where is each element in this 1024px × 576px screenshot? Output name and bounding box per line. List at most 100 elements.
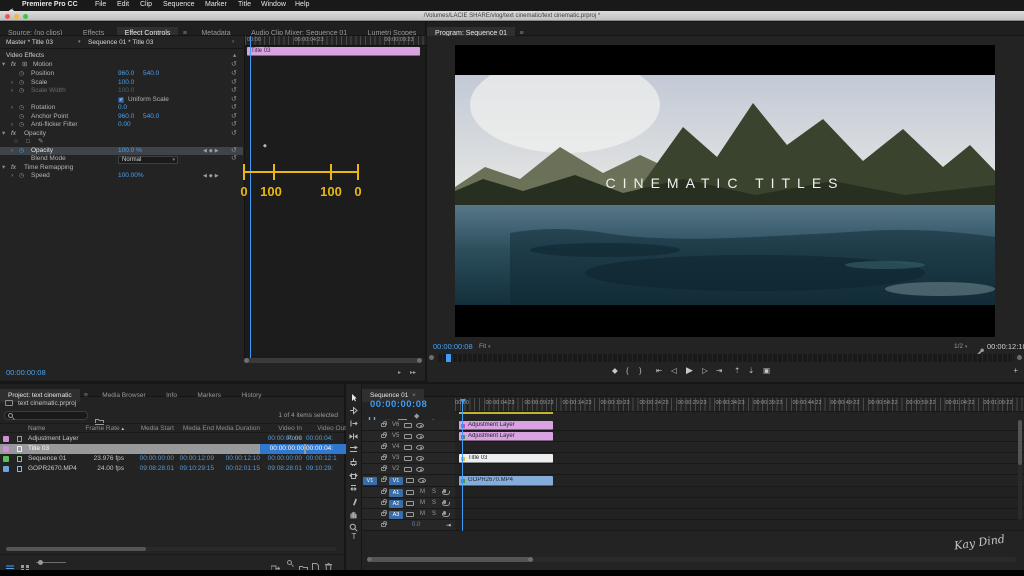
uniform-scale-row[interactable]: ✓ Uniform Scale ↺ [0, 96, 243, 105]
clip-adjustment-layer[interactable]: Adjustment Layer [459, 421, 553, 430]
project-h-scrollbar[interactable] [6, 547, 336, 551]
column-media-duration[interactable]: Media Duration [214, 424, 260, 434]
lock-icon[interactable] [381, 510, 387, 516]
timeline-v-scrollbar[interactable] [1018, 420, 1022, 520]
column-video-out[interactable]: Video Out [306, 424, 346, 434]
opacity-value[interactable]: 100.0 % [118, 147, 142, 156]
stopwatch-icon[interactable]: ◷ [19, 147, 24, 156]
uniform-scale-checkbox[interactable]: ✓ [118, 96, 124, 103]
tab-metadata[interactable]: Metadata [193, 27, 238, 35]
title-clip-bar[interactable]: Title 03 [247, 47, 420, 56]
project-row-sequence-01[interactable]: Sequence 01 23.976 fps 00:00:00:00 00:00… [0, 454, 344, 464]
lift-button[interactable]: ⇡ [734, 366, 740, 375]
track-output-icon[interactable] [418, 478, 426, 483]
show-timeline-view-icon[interactable]: › [232, 38, 234, 45]
expander-icon[interactable]: › [11, 121, 13, 130]
tab-audio-clip-mixer[interactable]: Audio Clip Mixer: Sequence 01 [243, 27, 355, 35]
opacity-value-row[interactable]: › ◷ Opacity 100.0 % ◀◆▶ ↺ [0, 146, 243, 156]
resolution-dropdown[interactable]: 1/2 ▾ [954, 343, 967, 350]
effect-timeline-scrollbar[interactable] [244, 358, 422, 363]
anchor-point-row[interactable]: ◷ Anchor Point 960.0 540.0 ↺ [0, 113, 243, 122]
reset-icon[interactable]: ↺ [231, 113, 237, 122]
lock-icon[interactable] [381, 443, 387, 449]
minimize-window-button[interactable] [14, 14, 19, 19]
mute-button[interactable]: M [420, 489, 425, 495]
tab-source[interactable]: Source: (no clips) [0, 27, 70, 35]
ripple-edit-tool[interactable] [349, 415, 359, 427]
sync-lock-icon[interactable] [406, 490, 414, 495]
in-folder-icon[interactable] [95, 412, 104, 425]
sync-lock-icon[interactable] [404, 445, 412, 450]
scrollbar-knob[interactable] [429, 355, 434, 360]
label-color-swatch[interactable] [3, 436, 9, 442]
sync-lock-icon[interactable] [404, 434, 412, 439]
expander-icon[interactable]: › [11, 172, 13, 181]
stopwatch-icon[interactable]: ◷ [19, 104, 24, 113]
track-target-a1[interactable]: A1 [389, 488, 403, 497]
reset-icon[interactable]: ↺ [231, 121, 237, 130]
blend-mode-dropdown[interactable]: Normal ▾ [118, 155, 178, 164]
reset-icon[interactable]: ↺ [231, 70, 237, 79]
scrollbar-knob[interactable] [244, 358, 249, 363]
voiceover-record-icon[interactable] [441, 489, 450, 495]
track-target-a3[interactable]: A3 [389, 510, 403, 519]
track-output-icon[interactable] [416, 456, 424, 461]
menu-window[interactable]: Window [261, 1, 286, 8]
stopwatch-icon[interactable]: ◷ [19, 79, 24, 88]
window-title-bar[interactable]: /Volumes/LACIE SHARE/vlog/text cinematic… [0, 11, 1024, 21]
sync-lock-icon[interactable] [406, 478, 414, 483]
column-media-start[interactable]: Media Start [134, 424, 174, 434]
play-button[interactable]: ▶ [686, 365, 693, 376]
track-output-icon[interactable] [416, 434, 424, 439]
tab-lumetri-scopes[interactable]: Lumetri Scopes [360, 27, 425, 35]
column-frame-rate[interactable]: Frame Rate ▴ [80, 424, 124, 434]
solo-button[interactable]: S [432, 511, 436, 517]
rotation-value[interactable]: 0.0 [118, 104, 127, 113]
razor-tool[interactable] [349, 454, 359, 466]
selection-tool[interactable] [349, 389, 359, 402]
sync-lock-icon[interactable] [404, 467, 412, 472]
lock-icon[interactable] [381, 432, 387, 438]
position-row[interactable]: ◷ Position 960.0 540.0 ↺ [0, 70, 243, 79]
fit-dropdown[interactable]: Fit ▾ [479, 343, 491, 350]
track-output-icon[interactable] [416, 423, 424, 428]
go-to-out-button[interactable]: ⇥ [716, 366, 722, 375]
panel-menu-icon[interactable]: ≡ [183, 27, 189, 35]
apple-logo-icon[interactable] [8, 2, 15, 15]
position-x-value[interactable]: 960.0 [118, 70, 134, 79]
sync-lock-icon[interactable] [406, 512, 414, 517]
video-in-cell[interactable]: 00:00:00:00 [262, 454, 302, 464]
lock-icon[interactable] [381, 465, 387, 471]
stopwatch-icon[interactable]: ◷ [19, 172, 24, 181]
expander-icon[interactable]: ▾ [2, 130, 5, 139]
export-frame-button[interactable]: ▣ [763, 366, 770, 375]
video-out-cell[interactable]: 00:00:04: [306, 444, 346, 454]
label-color-swatch[interactable] [3, 446, 9, 452]
expander-icon[interactable]: › [11, 79, 13, 88]
video-in-cell[interactable]: 00:00:00:00 [260, 444, 304, 454]
zoom-tool[interactable] [349, 519, 359, 532]
menu-sequence[interactable]: Sequence [163, 1, 195, 8]
clip-gopr2670[interactable]: GOPR2670.MP4 [459, 476, 553, 486]
scrollbar-thumb[interactable] [1018, 420, 1022, 465]
scrollbar-knob[interactable] [417, 358, 422, 363]
motion-effect-row[interactable]: ▾ fx ⊞ Motion ↺ [0, 61, 243, 70]
reset-icon[interactable]: ↺ [231, 130, 237, 139]
lock-icon[interactable] [381, 521, 387, 527]
solo-button[interactable]: S [432, 500, 436, 506]
menu-title[interactable]: Title [238, 1, 251, 8]
sync-lock-icon[interactable] [406, 501, 414, 506]
master-level-value[interactable]: 0.0 [412, 522, 420, 528]
lock-icon[interactable] [381, 454, 387, 460]
mark-in-button[interactable]: { [626, 366, 629, 375]
zoom-window-button[interactable] [23, 14, 28, 19]
mute-button[interactable]: M [420, 500, 425, 506]
expander-icon[interactable]: › [11, 104, 13, 113]
sequence-clip-label[interactable]: Sequence 01 * Title 03 [88, 39, 153, 46]
rolling-edit-tool[interactable] [349, 428, 359, 440]
find-button[interactable] [287, 560, 292, 565]
blend-mode-row[interactable]: Blend Mode Normal ▾ ↺ [0, 155, 243, 164]
button-editor-plus-button[interactable]: + [1013, 366, 1018, 375]
slide-tool[interactable] [349, 480, 359, 491]
video-out-cell[interactable]: 00:00:04: [306, 434, 346, 444]
